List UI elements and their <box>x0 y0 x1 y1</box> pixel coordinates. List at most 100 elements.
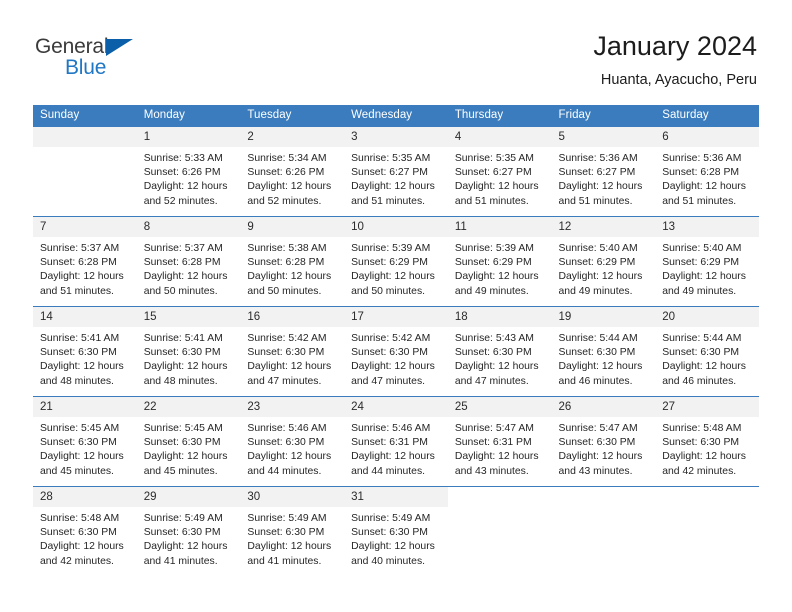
weekday-header-thursday: Thursday <box>447 105 552 127</box>
sunrise-text: Sunrise: 5:39 AM <box>351 243 431 254</box>
sunset-text: Sunset: 6:27 PM <box>351 167 428 179</box>
day-details: Sunrise: 5:39 AM Sunset: 6:29 PM Daylight:… <box>448 237 552 299</box>
sunrise-text: Sunrise: 5:47 AM <box>454 423 534 434</box>
day-details: Sunrise: 5:47 AM Sunset: 6:30 PM Daylight:… <box>552 417 656 479</box>
daylight-text-line2: and 45 minutes. <box>40 465 114 477</box>
day-cell[interactable]: 10 Sunrise: 5:39 AM Sunset: 6:29 PM Dayligh… <box>344 216 448 307</box>
sunrise-text: Sunrise: 5:41 AM <box>143 333 223 344</box>
daylight-text-line2: and 51 minutes. <box>558 195 633 207</box>
day-number: 31 <box>344 487 448 507</box>
day-number: 18 <box>447 307 552 327</box>
day-cell[interactable]: 15 Sunrise: 5:41 AM Sunset: 6:30 PM Dayligh… <box>136 306 241 397</box>
day-cell[interactable]: 22 Sunrise: 5:45 AM Sunset: 6:30 PM Dayligh… <box>136 396 241 487</box>
daylight-text-line2: and 50 minutes. <box>143 285 218 297</box>
day-cell[interactable]: 4 Sunrise: 5:35 AM Sunset: 6:27 PM Daylight… <box>447 126 552 217</box>
calendar-week-row: 7 Sunrise: 5:37 AM Sunset: 6:28 PM Daylight… <box>33 216 759 307</box>
sunrise-text: Sunrise: 5:36 AM <box>662 153 742 164</box>
day-details: Sunrise: 5:35 AM Sunset: 6:27 PM Daylight:… <box>448 147 552 209</box>
day-cell[interactable]: 16 Sunrise: 5:42 AM Sunset: 6:30 PM Dayligh… <box>240 306 345 397</box>
daylight-text-line1: Daylight: 12 hours <box>351 541 435 553</box>
sunrise-text: Sunrise: 5:45 AM <box>40 423 120 434</box>
day-number <box>447 487 552 507</box>
day-cell[interactable]: 1 Sunrise: 5:33 AM Sunset: 6:26 PM Daylight… <box>136 126 241 217</box>
day-number <box>655 487 759 507</box>
day-cell[interactable]: 6 Sunrise: 5:36 AM Sunset: 6:28 PM Daylight… <box>655 126 759 217</box>
daylight-text-line1: Daylight: 12 hours <box>143 541 228 553</box>
day-details: Sunrise: 5:35 AM Sunset: 6:27 PM Daylight:… <box>344 147 448 209</box>
weekday-header-monday: Monday <box>136 105 241 127</box>
sunset-text: Sunset: 6:30 PM <box>143 347 221 359</box>
day-number: 8 <box>136 217 241 237</box>
sunrise-text: Sunrise: 5:42 AM <box>247 333 327 344</box>
day-details: Sunrise: 5:34 AM Sunset: 6:26 PM Daylight:… <box>240 147 344 209</box>
sunrise-text: Sunrise: 5:48 AM <box>662 423 742 434</box>
day-details: Sunrise: 5:43 AM Sunset: 6:30 PM Daylight:… <box>448 327 552 389</box>
day-cell[interactable]: 26 Sunrise: 5:47 AM Sunset: 6:30 PM Dayligh… <box>551 396 656 487</box>
day-cell[interactable]: 3 Sunrise: 5:35 AM Sunset: 6:27 PM Daylight… <box>344 126 448 217</box>
day-details: Sunrise: 5:36 AM Sunset: 6:27 PM Daylight:… <box>552 147 656 209</box>
daylight-text-line2: and 41 minutes. <box>247 555 322 567</box>
day-cell[interactable]: 5 Sunrise: 5:36 AM Sunset: 6:27 PM Daylight… <box>551 126 656 217</box>
sunset-text: Sunset: 6:31 PM <box>454 437 532 449</box>
daylight-text-line2: and 44 minutes. <box>351 465 426 477</box>
day-details: Sunrise: 5:46 AM Sunset: 6:30 PM Daylight:… <box>240 417 344 479</box>
day-cell[interactable]: 28 Sunrise: 5:48 AM Sunset: 6:30 PM Dayligh… <box>33 486 137 577</box>
day-number: 4 <box>447 127 552 147</box>
general-blue-logo[interactable]: General Blue <box>35 30 145 82</box>
day-cell[interactable]: 27 Sunrise: 5:48 AM Sunset: 6:30 PM Dayligh… <box>655 396 759 487</box>
day-cell[interactable]: 21 Sunrise: 5:45 AM Sunset: 6:30 PM Dayligh… <box>33 396 137 487</box>
daylight-text-line1: Daylight: 12 hours <box>454 271 539 283</box>
day-cell[interactable]: 19 Sunrise: 5:44 AM Sunset: 6:30 PM Dayligh… <box>551 306 656 397</box>
sunset-text: Sunset: 6:30 PM <box>40 347 117 359</box>
day-cell[interactable]: 24 Sunrise: 5:46 AM Sunset: 6:31 PM Dayligh… <box>344 396 448 487</box>
sunset-text: Sunset: 6:30 PM <box>558 437 636 449</box>
day-cell[interactable]: 8 Sunrise: 5:37 AM Sunset: 6:28 PM Daylight… <box>136 216 241 307</box>
day-number: 14 <box>33 307 137 327</box>
day-details: Sunrise: 5:40 AM Sunset: 6:29 PM Daylight:… <box>655 237 759 299</box>
sunset-text: Sunset: 6:30 PM <box>454 347 532 359</box>
day-cell[interactable]: 17 Sunrise: 5:42 AM Sunset: 6:30 PM Dayligh… <box>344 306 448 397</box>
daylight-text-line2: and 48 minutes. <box>143 375 218 387</box>
day-cell[interactable]: 14 Sunrise: 5:41 AM Sunset: 6:30 PM Dayligh… <box>33 306 137 397</box>
daylight-text-line2: and 49 minutes. <box>558 285 633 297</box>
daylight-text-line2: and 51 minutes. <box>351 195 426 207</box>
sunrise-text: Sunrise: 5:48 AM <box>40 513 120 524</box>
day-number: 28 <box>33 487 137 507</box>
daylight-text-line2: and 42 minutes. <box>662 465 737 477</box>
day-cell[interactable]: 20 Sunrise: 5:44 AM Sunset: 6:30 PM Dayligh… <box>655 306 759 397</box>
day-cell[interactable]: 25 Sunrise: 5:47 AM Sunset: 6:31 PM Dayligh… <box>447 396 552 487</box>
day-details: Sunrise: 5:44 AM Sunset: 6:30 PM Daylight:… <box>655 327 759 389</box>
day-cell[interactable]: 13 Sunrise: 5:40 AM Sunset: 6:29 PM Dayligh… <box>655 216 759 307</box>
weekday-header-tuesday: Tuesday <box>240 105 345 127</box>
day-cell[interactable]: 18 Sunrise: 5:43 AM Sunset: 6:30 PM Dayligh… <box>447 306 552 397</box>
daylight-text-line1: Daylight: 12 hours <box>143 361 228 373</box>
day-number: 9 <box>240 217 345 237</box>
sunrise-text: Sunrise: 5:49 AM <box>143 513 223 524</box>
day-cell[interactable]: 9 Sunrise: 5:38 AM Sunset: 6:28 PM Daylight… <box>240 216 345 307</box>
sunset-text: Sunset: 6:28 PM <box>143 257 221 269</box>
weekday-header-saturday: Saturday <box>655 105 759 127</box>
daylight-text-line2: and 41 minutes. <box>143 555 218 567</box>
day-cell[interactable]: 11 Sunrise: 5:39 AM Sunset: 6:29 PM Dayligh… <box>447 216 552 307</box>
day-cell[interactable]: 30 Sunrise: 5:49 AM Sunset: 6:30 PM Dayligh… <box>240 486 345 577</box>
daylight-text-line2: and 42 minutes. <box>40 555 114 567</box>
day-cell[interactable]: 23 Sunrise: 5:46 AM Sunset: 6:30 PM Dayligh… <box>240 396 345 487</box>
calendar-week-row: 28 Sunrise: 5:48 AM Sunset: 6:30 PM Dayligh… <box>33 486 759 577</box>
sunset-text: Sunset: 6:26 PM <box>143 167 221 179</box>
daylight-text-line1: Daylight: 12 hours <box>143 451 228 463</box>
triangle-icon <box>106 39 133 56</box>
sunset-text: Sunset: 6:30 PM <box>40 527 117 539</box>
day-cell[interactable]: 31 Sunrise: 5:49 AM Sunset: 6:30 PM Dayligh… <box>344 486 448 577</box>
day-cell[interactable]: 7 Sunrise: 5:37 AM Sunset: 6:28 PM Daylight… <box>33 216 137 307</box>
day-number: 22 <box>136 397 241 417</box>
day-cell[interactable]: 29 Sunrise: 5:49 AM Sunset: 6:30 PM Dayligh… <box>136 486 241 577</box>
day-details: Sunrise: 5:47 AM Sunset: 6:31 PM Daylight:… <box>448 417 552 479</box>
day-cell[interactable]: 2 Sunrise: 5:34 AM Sunset: 6:26 PM Daylight… <box>240 126 345 217</box>
day-cell[interactable]: 12 Sunrise: 5:40 AM Sunset: 6:29 PM Dayligh… <box>551 216 656 307</box>
day-details: Sunrise: 5:46 AM Sunset: 6:31 PM Daylight:… <box>344 417 448 479</box>
daylight-text-line2: and 47 minutes. <box>351 375 426 387</box>
sunset-text: Sunset: 6:30 PM <box>558 347 636 359</box>
sunset-text: Sunset: 6:29 PM <box>351 257 428 269</box>
daylight-text-line1: Daylight: 12 hours <box>40 541 124 553</box>
daylight-text-line1: Daylight: 12 hours <box>351 451 435 463</box>
